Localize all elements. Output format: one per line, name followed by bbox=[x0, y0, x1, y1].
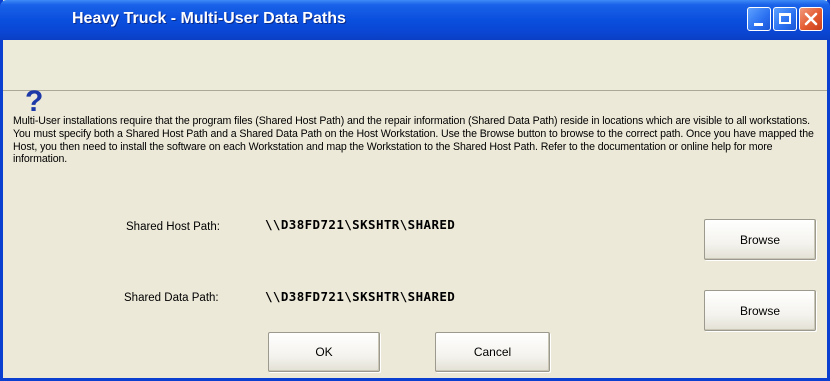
close-button[interactable] bbox=[799, 7, 823, 31]
ok-button-label: OK bbox=[315, 345, 333, 359]
browse-host-button-label: Browse bbox=[739, 232, 780, 247]
ok-button[interactable]: OK bbox=[268, 332, 380, 372]
browse-host-button[interactable]: Browse bbox=[704, 219, 816, 260]
close-icon bbox=[804, 12, 818, 26]
title-bar[interactable]: Heavy Truck - Multi-User Data Paths bbox=[0, 0, 830, 40]
minimize-icon bbox=[754, 23, 763, 26]
minimize-button[interactable] bbox=[747, 7, 771, 31]
header-strip: ? bbox=[3, 40, 827, 118]
browse-data-button-label: Browse bbox=[739, 303, 780, 318]
cancel-button-label: Cancel bbox=[473, 345, 512, 359]
maximize-icon bbox=[779, 13, 791, 24]
window-title: Heavy Truck - Multi-User Data Paths bbox=[72, 10, 346, 27]
instructions-text: Multi-User installations require that th… bbox=[13, 115, 814, 166]
dialog-window: Heavy Truck - Multi-User Data Paths ? Mu… bbox=[0, 0, 830, 381]
shared-host-path-value: \\D38FD721\SKSHTR\SHARED bbox=[265, 217, 456, 232]
browse-data-button[interactable]: Browse bbox=[704, 290, 816, 331]
shared-data-path-value: \\D38FD721\SKSHTR\SHARED bbox=[265, 289, 456, 304]
shared-host-path-label: Shared Host Path: bbox=[126, 221, 220, 233]
maximize-button[interactable] bbox=[773, 7, 797, 31]
shared-data-path-label: Shared Data Path: bbox=[124, 292, 219, 304]
cancel-button[interactable]: Cancel bbox=[435, 332, 550, 372]
